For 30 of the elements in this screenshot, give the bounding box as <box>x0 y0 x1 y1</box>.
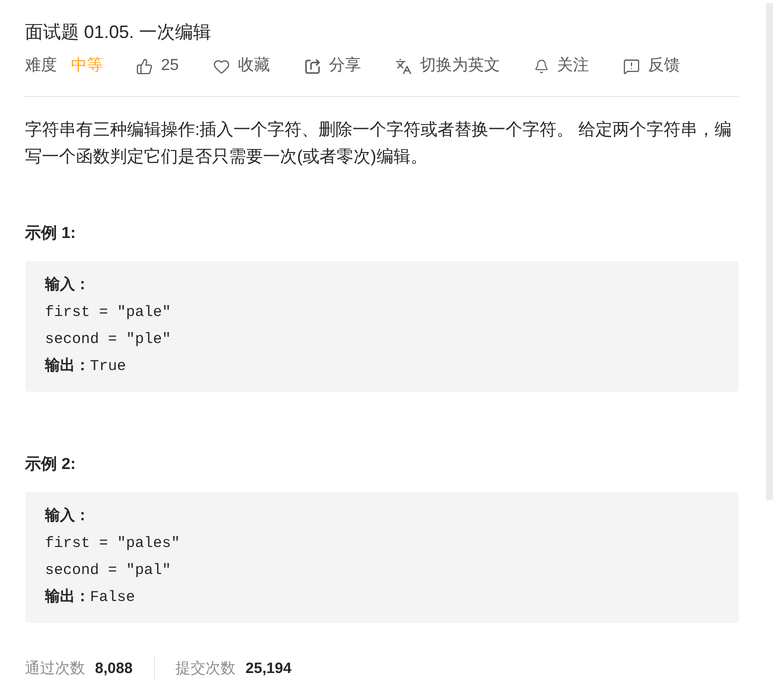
code-label: 输入： <box>45 275 90 296</box>
heart-icon <box>212 58 230 74</box>
thumbs-up-icon <box>136 58 153 74</box>
feedback-button[interactable]: 反馈 <box>622 54 680 78</box>
code-line: 输出：True <box>45 356 126 377</box>
code-line: second = "pal" <box>45 561 172 581</box>
difficulty-value: 中等 <box>71 56 103 76</box>
stat-label: 提交次数 <box>176 658 236 678</box>
problem-description: 字符串有三种编辑操作:插入一个字符、删除一个字符或者替换一个字符。 给定两个字符串，编写一个函数判定它们是否只需要一次(或者零次)编辑。 <box>25 119 732 168</box>
stat-value: 8,088 <box>95 660 133 676</box>
stat-label: 通过次数 <box>25 658 85 678</box>
problem-title: 面试题 01.05. 一次编辑 <box>25 21 212 44</box>
code-line: first = "pales" <box>45 534 180 554</box>
stat-value: 25,194 <box>246 660 292 676</box>
code-label: 输入： <box>45 506 90 527</box>
translate-button[interactable]: 切换为英文 <box>394 54 500 78</box>
like-button[interactable]: 25 <box>136 54 179 78</box>
share-icon <box>304 58 321 74</box>
share-button[interactable]: 分享 <box>304 54 361 78</box>
example-heading: 示例 2: <box>25 455 77 475</box>
translate-icon <box>394 58 412 74</box>
code-line: 输出：False <box>45 587 136 608</box>
example-heading: 示例 1: <box>25 224 77 244</box>
favorite-button[interactable]: 收藏 <box>212 54 270 78</box>
bell-icon <box>534 58 549 74</box>
follow-button[interactable]: 关注 <box>534 54 589 78</box>
code-line: first = "pale" <box>45 303 172 323</box>
feedback-icon <box>622 58 640 74</box>
code-line: second = "ple" <box>45 330 172 350</box>
difficulty-label: 难度 <box>25 56 57 76</box>
